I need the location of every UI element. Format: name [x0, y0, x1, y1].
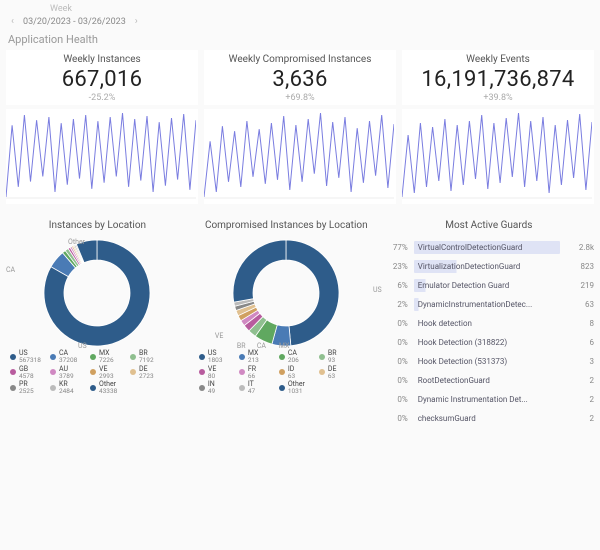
guard-count: 8 [566, 319, 594, 328]
legend-item: MX7226 [90, 350, 126, 364]
guard-pct: 0% [384, 395, 408, 404]
kpi-value: 667,016 [12, 67, 192, 92]
kpi-delta: +69.8% [210, 93, 390, 103]
legend-item: VE2993 [90, 366, 126, 380]
next-week-chevron[interactable]: › [132, 16, 141, 27]
guard-row: 0% Hook Detection (531373) 3 [384, 352, 594, 371]
legend-item: VE80 [199, 366, 235, 380]
legend-item: KR2484 [50, 381, 86, 395]
legend-item: MX213 [239, 350, 275, 364]
guard-count: 6 [566, 338, 594, 347]
legend-item: AU3789 [50, 366, 86, 380]
legend-item: DE2723 [130, 366, 166, 380]
legend-item: Other1031 [279, 381, 315, 395]
kpi-card: Weekly Events 16,191,736,874 +39.8% [402, 50, 594, 105]
guard-name: Dynamic Instrumentation Det... [414, 393, 560, 406]
legend-item: US1803 [199, 350, 235, 364]
legend-item: BR93 [319, 350, 355, 364]
guard-count: 2 [566, 376, 594, 385]
date-range[interactable]: 03/20/2023 - 03/26/2023 [23, 17, 126, 27]
guard-row: 0% Dynamic Instrumentation Det... 2 [384, 390, 594, 409]
kpi-card: Weekly Instances 667,016 -25.2% [6, 50, 198, 105]
guard-row: 0% checksumGuard 2 [384, 409, 594, 428]
kpi-value: 3,636 [210, 67, 390, 92]
guard-pct: 0% [384, 357, 408, 366]
guard-pct: 6% [384, 281, 408, 290]
sparkline-chart [204, 109, 396, 204]
guard-name: Hook Detection (531373) [414, 355, 560, 368]
chart-title: Most Active Guards [384, 212, 594, 238]
guard-row: 23% VirtualizationDetectionGuard 823 [384, 257, 594, 276]
kpi-card: Weekly Compromised Instances 3,636 +69.8… [204, 50, 396, 105]
guard-name: Emulator Detection Guard [414, 279, 560, 292]
sparkline-chart [6, 109, 198, 204]
guard-pct: 0% [384, 338, 408, 347]
guard-count: 2 [566, 414, 594, 423]
kpi-title: Weekly Instances [12, 54, 192, 65]
legend-item: Other43338 [90, 381, 126, 395]
legend-item: PR2525 [10, 381, 46, 395]
guard-pct: 2% [384, 300, 408, 309]
guard-name: Hook detection [414, 317, 560, 330]
guard-name: RootDetectionGuard [414, 374, 560, 387]
guard-pct: 23% [384, 262, 408, 271]
week-label: Week [50, 4, 592, 14]
legend-item: CA37208 [50, 350, 86, 364]
guard-name: checksumGuard [414, 412, 560, 425]
guard-name: VirtualizationDetectionGuard [414, 260, 560, 273]
guard-row: 2% DynamicInstrumentationDetec... 63 [384, 295, 594, 314]
guard-count: 2.8k [566, 243, 594, 252]
guard-name: DynamicInstrumentationDetec... [414, 298, 560, 311]
kpi-title: Weekly Events [408, 54, 588, 65]
guard-name: Hook Detection (318822) [414, 336, 560, 349]
kpi-delta: +39.8% [408, 93, 588, 103]
guard-row: 0% Hook detection 8 [384, 314, 594, 333]
kpi-value: 16,191,736,874 [408, 67, 588, 92]
guard-pct: 0% [384, 414, 408, 423]
legend-item: IT47 [239, 381, 275, 395]
kpi-delta: -25.2% [12, 93, 192, 103]
chart-title: Instances by Location [6, 212, 189, 238]
legend-item: IN49 [199, 381, 235, 395]
legend-item: US567318 [10, 350, 46, 364]
donut-instances-location: Instances by Location Other CA US US5673… [6, 212, 189, 428]
donut-compromised-location: Compromised Instances by Location US VE … [195, 212, 378, 428]
legend-item: FR66 [239, 366, 275, 380]
legend: US567318 CA37208 MX7226 BR7192 GB4578 AU… [6, 348, 189, 395]
legend-item: ID63 [279, 366, 315, 380]
legend: US1803 MX213 CA206 BR93 VE80 FR66 ID63 D… [195, 348, 378, 395]
guard-count: 2 [566, 395, 594, 404]
guard-count: 823 [566, 262, 594, 271]
section-title: Application Health [0, 29, 600, 48]
legend-item: GB4578 [10, 366, 46, 380]
most-active-guards: Most Active Guards 77% VirtualControlDet… [384, 212, 594, 428]
legend-item: CA206 [279, 350, 315, 364]
sparkline-chart [402, 109, 594, 204]
guard-pct: 0% [384, 319, 408, 328]
guard-pct: 0% [384, 376, 408, 385]
guard-row: 0% Hook Detection (318822) 6 [384, 333, 594, 352]
guard-row: 6% Emulator Detection Guard 219 [384, 276, 594, 295]
guard-row: 77% VirtualControlDetectionGuard 2.8k [384, 238, 594, 257]
guard-count: 219 [566, 281, 594, 290]
legend-item: DE63 [319, 366, 355, 380]
guard-count: 3 [566, 357, 594, 366]
prev-week-chevron[interactable]: ‹ [8, 16, 17, 27]
guard-pct: 77% [384, 243, 408, 252]
guard-row: 0% RootDetectionGuard 2 [384, 371, 594, 390]
legend-item: BR7192 [130, 350, 166, 364]
chart-title: Compromised Instances by Location [195, 212, 378, 238]
guard-count: 63 [566, 300, 594, 309]
guard-name: VirtualControlDetectionGuard [414, 241, 560, 254]
kpi-title: Weekly Compromised Instances [210, 54, 390, 65]
